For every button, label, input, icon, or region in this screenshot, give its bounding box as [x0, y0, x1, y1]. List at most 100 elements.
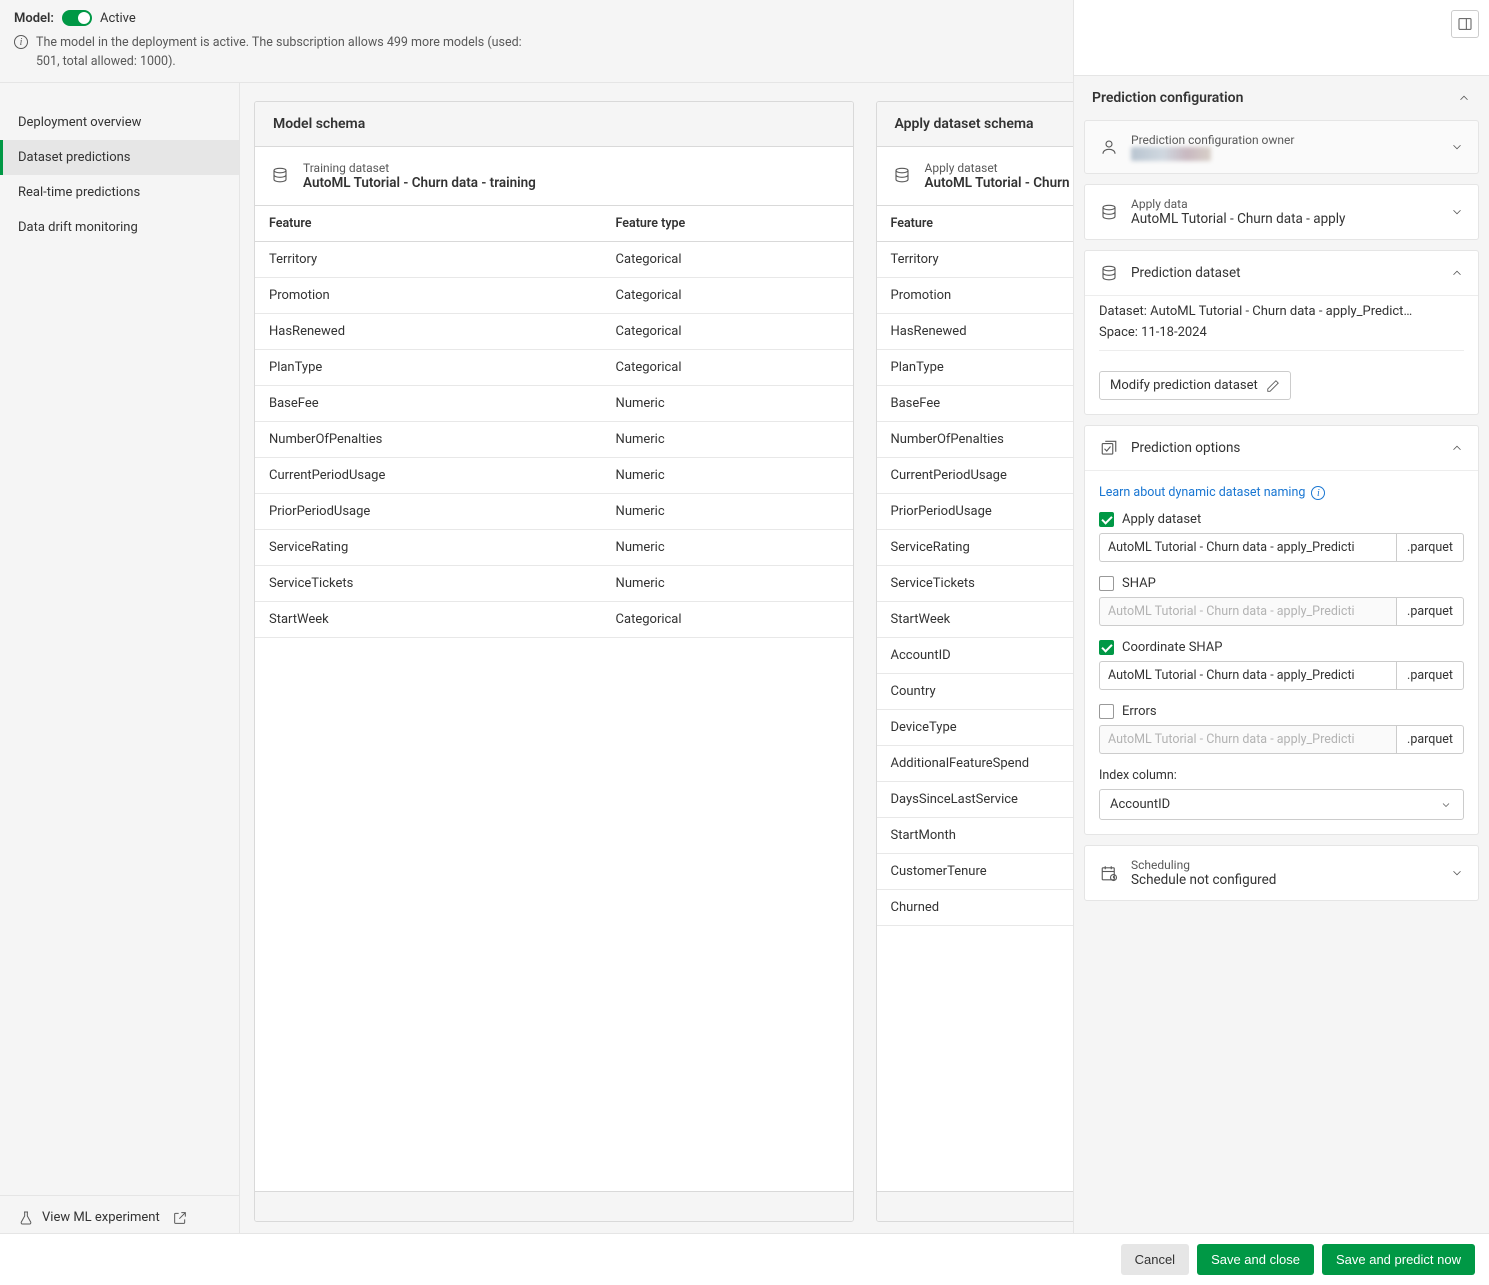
table-row: PlanTypeCategorical: [255, 349, 853, 385]
type-cell: Numeric: [602, 493, 853, 529]
option-ext: .parquet: [1396, 533, 1464, 562]
prediction-options-header[interactable]: Prediction options: [1085, 426, 1478, 470]
type-cell: Categorical: [602, 277, 853, 313]
option-filename-input[interactable]: AutoML Tutorial - Churn data - apply_Pre…: [1099, 533, 1396, 562]
sidebar-item[interactable]: Real-time predictions: [0, 175, 239, 210]
option-row: SHAP AutoML Tutorial - Churn data - appl…: [1099, 576, 1464, 626]
database-icon: [1099, 202, 1119, 222]
learn-link-label: Learn about dynamic dataset naming: [1099, 485, 1305, 500]
model-active-toggle[interactable]: [62, 10, 92, 26]
feature-cell: StartWeek: [255, 601, 602, 637]
apply-data-header[interactable]: Apply data AutoML Tutorial - Churn data …: [1085, 185, 1478, 239]
table-row: TerritoryCategorical: [255, 241, 853, 277]
type-cell: Numeric: [602, 421, 853, 457]
type-cell: Numeric: [602, 457, 853, 493]
panel-collapse-button[interactable]: [1451, 10, 1479, 38]
option-row: Errors AutoML Tutorial - Churn data - ap…: [1099, 704, 1464, 754]
database-icon: [271, 166, 291, 186]
option-checkbox[interactable]: [1099, 640, 1114, 655]
feature-cell: HasRenewed: [255, 313, 602, 349]
apply-data-label: Apply data: [1131, 197, 1438, 211]
option-ext: .parquet: [1396, 661, 1464, 690]
training-dataset-name: AutoML Tutorial - Churn data - training: [303, 175, 837, 191]
chevron-up-icon: [1450, 441, 1464, 455]
feature-cell: ServiceRating: [255, 529, 602, 565]
edit-icon: [1266, 379, 1280, 393]
option-checkbox[interactable]: [1099, 704, 1114, 719]
learn-link[interactable]: Learn about dynamic dataset naming i: [1099, 485, 1325, 500]
table-row: ServiceTicketsNumeric: [255, 565, 853, 601]
right-topbar: [1074, 0, 1489, 76]
option-label: Errors: [1122, 704, 1157, 719]
feature-cell: PriorPeriodUsage: [255, 493, 602, 529]
owner-label: Prediction configuration owner: [1131, 133, 1438, 147]
index-column-select[interactable]: AccountID: [1099, 789, 1464, 820]
modify-dataset-button[interactable]: Modify prediction dataset: [1099, 371, 1291, 400]
info-icon: i: [14, 35, 28, 49]
prediction-dataset-header[interactable]: Prediction dataset: [1085, 251, 1478, 295]
type-cell: Categorical: [602, 349, 853, 385]
dataset-line: Dataset: AutoML Tutorial - Churn data - …: [1099, 304, 1464, 319]
model-schema-title: Model schema: [255, 102, 853, 147]
col-feature: Feature: [255, 206, 602, 242]
option-row: Apply dataset AutoML Tutorial - Churn da…: [1099, 512, 1464, 562]
external-link-icon: [172, 1210, 188, 1226]
save-predict-button[interactable]: Save and predict now: [1322, 1244, 1475, 1275]
index-column-label: Index column:: [1099, 768, 1464, 783]
prediction-options-card: Prediction options Learn about dynamic d…: [1084, 425, 1479, 835]
calendar-icon: [1099, 863, 1119, 883]
cancel-button[interactable]: Cancel: [1121, 1244, 1189, 1275]
config-heading[interactable]: Prediction configuration: [1074, 76, 1489, 120]
option-label: Coordinate SHAP: [1122, 640, 1222, 655]
options-label: Prediction options: [1131, 440, 1438, 456]
database-icon: [893, 166, 913, 186]
chevron-up-icon: [1450, 266, 1464, 280]
scheduling-value: Schedule not configured: [1131, 872, 1438, 888]
info-icon: i: [1311, 486, 1325, 500]
user-icon: [1099, 137, 1119, 157]
table-row: ServiceRatingNumeric: [255, 529, 853, 565]
option-checkbox[interactable]: [1099, 576, 1114, 591]
sidebar-item[interactable]: Dataset predictions: [0, 140, 239, 175]
model-status: Active: [100, 11, 136, 26]
view-experiment-label: View ML experiment: [42, 1210, 160, 1225]
model-label: Model:: [14, 11, 54, 26]
footer-actions: Cancel Save and close Save and predict n…: [0, 1233, 1489, 1285]
feature-cell: Promotion: [255, 277, 602, 313]
space-line: Space: 11-18-2024: [1099, 325, 1464, 340]
table-row: NumberOfPenaltiesNumeric: [255, 421, 853, 457]
chevron-down-icon: [1439, 798, 1453, 812]
panel-footer: [255, 1191, 853, 1221]
sidebar: Deployment overviewDataset predictionsRe…: [0, 83, 240, 1240]
prediction-dataset-label: Prediction dataset: [1131, 265, 1438, 281]
option-row: Coordinate SHAP AutoML Tutorial - Churn …: [1099, 640, 1464, 690]
option-label: SHAP: [1122, 576, 1156, 591]
chevron-up-icon: [1457, 91, 1471, 105]
type-cell: Categorical: [602, 601, 853, 637]
table-row: BaseFeeNumeric: [255, 385, 853, 421]
flask-icon: [18, 1210, 34, 1226]
model-schema-panel: Model schema Training dataset AutoML Tut…: [254, 101, 854, 1222]
save-close-button[interactable]: Save and close: [1197, 1244, 1314, 1275]
sidebar-item[interactable]: Data drift monitoring: [0, 210, 239, 245]
feature-cell: PlanType: [255, 349, 602, 385]
apply-data-card: Apply data AutoML Tutorial - Churn data …: [1084, 184, 1479, 240]
feature-cell: BaseFee: [255, 385, 602, 421]
scheduling-header[interactable]: Scheduling Schedule not configured: [1085, 846, 1478, 900]
type-cell: Categorical: [602, 313, 853, 349]
owner-card-header[interactable]: Prediction configuration owner: [1085, 121, 1478, 173]
chevron-down-icon: [1450, 205, 1464, 219]
database-icon: [1099, 263, 1119, 283]
apply-data-value: AutoML Tutorial - Churn data - apply: [1131, 211, 1438, 227]
scheduling-label: Scheduling: [1131, 858, 1438, 872]
config-heading-label: Prediction configuration: [1092, 90, 1243, 106]
config-panel: Prediction configuration Prediction conf…: [1073, 0, 1489, 1233]
chevron-down-icon: [1450, 140, 1464, 154]
options-icon: [1099, 438, 1119, 458]
option-checkbox[interactable]: [1099, 512, 1114, 527]
prediction-dataset-card: Prediction dataset Dataset: AutoML Tutor…: [1084, 250, 1479, 415]
option-filename-input[interactable]: AutoML Tutorial - Churn data - apply_Pre…: [1099, 661, 1396, 690]
col-type: Feature type: [602, 206, 853, 242]
sidebar-item[interactable]: Deployment overview: [0, 105, 239, 140]
type-cell: Numeric: [602, 385, 853, 421]
